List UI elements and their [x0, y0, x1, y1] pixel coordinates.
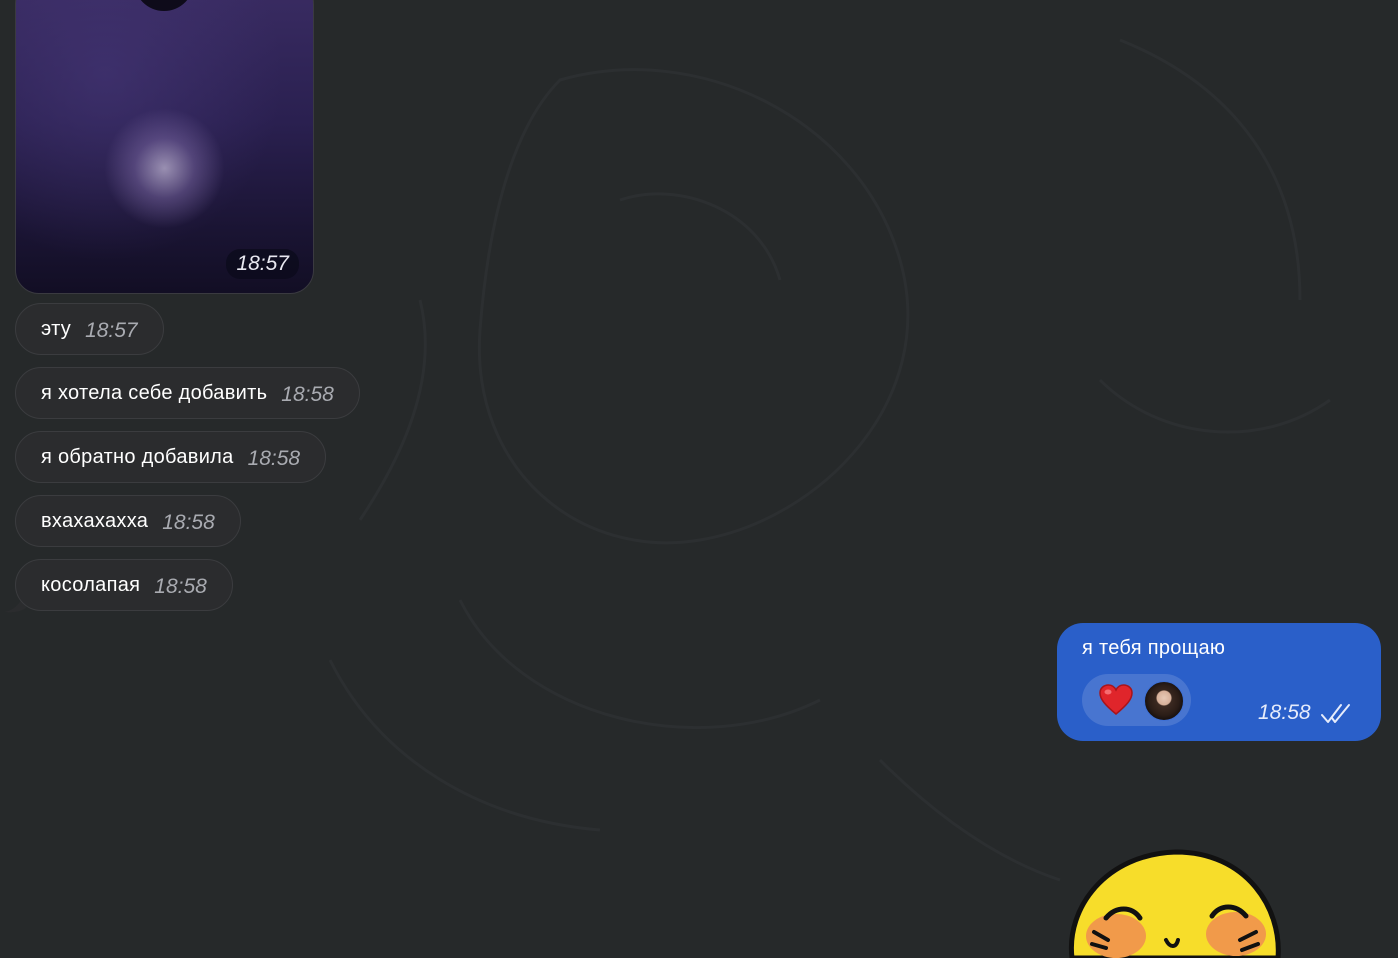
incoming-message[interactable]: я обратно добавила 18:58	[15, 431, 327, 483]
message-text: я тебя прощаю	[1082, 637, 1226, 659]
incoming-message[interactable]: эту 18:57	[15, 303, 164, 355]
message-time: 18:58	[247, 447, 301, 470]
incoming-message[interactable]: вхахахахха 18:58	[15, 495, 241, 547]
message-text: вхахахахха	[41, 509, 149, 532]
message-time: 18:58	[281, 383, 334, 406]
sticker[interactable]	[1066, 848, 1286, 958]
reaction-chip[interactable]	[1082, 674, 1191, 726]
message-time: 18:57	[226, 249, 299, 279]
image-content	[134, 0, 194, 11]
message-time: 18:57	[85, 319, 138, 342]
outgoing-message[interactable]: я тебя прощаю 18:58	[1057, 623, 1381, 741]
message-text: косолапая	[41, 573, 141, 596]
message-text: я хотела себе добавить	[41, 381, 268, 404]
message-time: 18:58	[1258, 701, 1311, 724]
message-text: эту	[41, 317, 72, 340]
avatar	[1144, 681, 1184, 721]
message-time: 18:58	[154, 575, 207, 598]
message-text: я обратно добавила	[41, 445, 234, 468]
incoming-message[interactable]: косолапая 18:58	[15, 559, 233, 611]
message-time: 18:58	[162, 511, 215, 534]
double-check-icon	[1321, 704, 1350, 723]
incoming-message[interactable]: я хотела себе добавить 18:58	[15, 367, 360, 419]
heart-icon	[1099, 684, 1133, 715]
image-message[interactable]: 18:57	[15, 0, 314, 294]
